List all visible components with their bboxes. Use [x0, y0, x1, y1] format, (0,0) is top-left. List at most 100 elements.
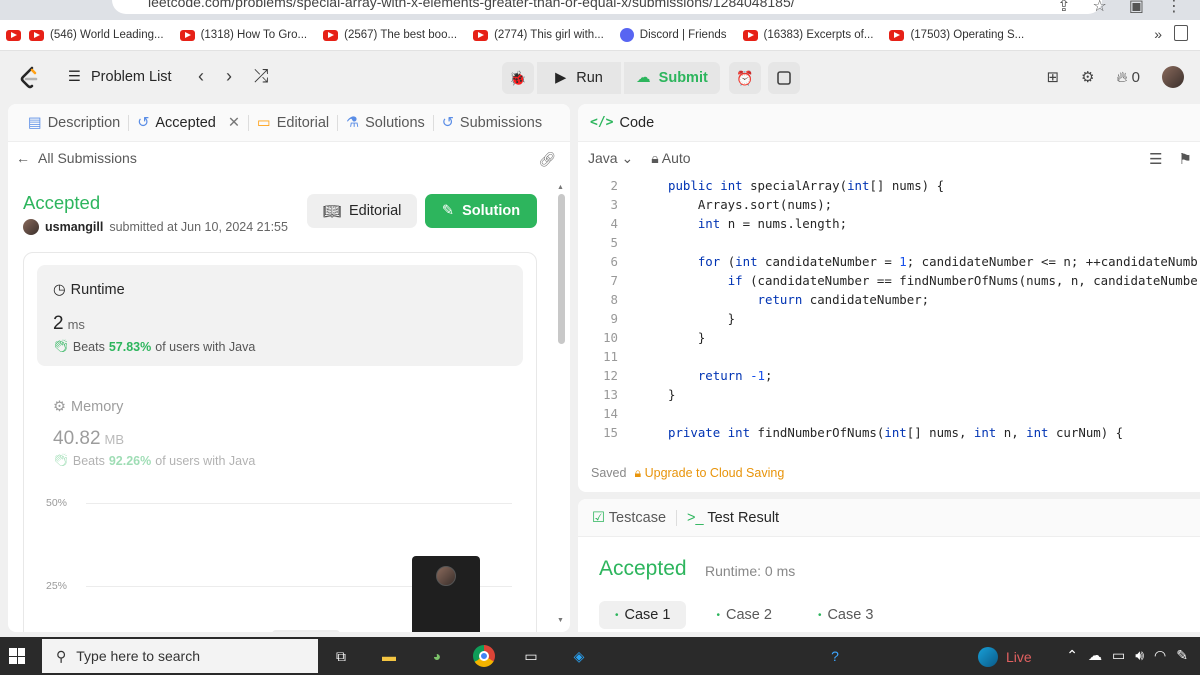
upgrade-cloud-link[interactable]: 🔒︎ Upgrade to Cloud Saving [634, 466, 784, 481]
checkbox-icon: ☑ [592, 509, 605, 526]
line-number: 8 [610, 292, 618, 307]
all-submissions-link[interactable]: ← All Submissions [16, 150, 137, 166]
solution-button[interactable]: ✎ Solution [425, 194, 537, 228]
code-line[interactable]: 15 private int findNumberOfNums(int[] num… [578, 423, 1200, 442]
tab-solutions[interactable]: ⚗ Solutions [338, 115, 433, 131]
line-content: } [668, 387, 676, 402]
bookmark-youtube-1[interactable] [6, 29, 21, 41]
close-tab-icon[interactable]: ✕ [228, 115, 240, 131]
bookmark-item[interactable]: (2567) The best boo... [323, 29, 457, 41]
case-tab-1[interactable]: • Case 1 [599, 601, 687, 629]
bookmark-item[interactable]: (1318) How To Gro... [179, 29, 307, 41]
user-avatar[interactable] [23, 219, 39, 235]
format-code-icon[interactable]: ☰ [1149, 150, 1162, 168]
code-line[interactable]: 3 Arrays.sort(nums); [578, 195, 1200, 214]
user-avatar[interactable] [1162, 66, 1184, 88]
scroll-up-icon[interactable]: ▲ [557, 184, 564, 191]
browser-menu-icon[interactable]: ⋮ [1166, 0, 1182, 16]
help-icon[interactable]: ? [822, 643, 848, 669]
bookmark-item[interactable]: (17503) Operating S... [889, 29, 1024, 41]
weather-widget[interactable]: Live [978, 647, 1032, 667]
submission-panel: ▤ Description ↺ Accepted ✕ ▭ Editorial ⚗ Solu… [8, 104, 570, 632]
tab-description[interactable]: ▤ Description [20, 115, 128, 131]
line-number: 14 [603, 406, 618, 421]
layout-grid-icon[interactable]: ⊞ [1046, 68, 1059, 86]
scrollbar-thumb[interactable] [558, 194, 565, 344]
volume-icon[interactable]: 🔊︎ [1135, 647, 1144, 664]
bookmark-item[interactable]: Discord | Friends [619, 28, 727, 42]
code-line[interactable]: 13} [578, 385, 1200, 404]
shuffle-icon[interactable]: ⤮ [254, 66, 268, 87]
runtime-box[interactable]: ◷ Runtime 2 ms 👏︎ Beats 57.83% of users wi… [37, 265, 523, 366]
code-line[interactable]: 2 public int specialArray(int[] nums) { [578, 176, 1200, 195]
taskbar-search[interactable]: ⚲ Type here to search [42, 639, 318, 673]
chrome-icon[interactable] [471, 643, 497, 669]
file-explorer-icon[interactable]: ▬ [376, 643, 402, 669]
extensions-icon[interactable]: ▣ [1129, 0, 1144, 16]
line-content: int n = nums.length; [697, 216, 848, 231]
pen-icon[interactable]: ✎ [1176, 647, 1188, 664]
wifi-icon[interactable]: ◠ [1154, 647, 1166, 664]
debug-button[interactable]: 🐞 [502, 62, 534, 94]
chrome-logo-icon [473, 645, 495, 667]
bookmark-star-icon[interactable]: ☆ [1093, 0, 1107, 16]
scroll-down-icon[interactable]: ▼ [557, 617, 564, 624]
chevron-up-icon[interactable]: ⌃ [1066, 647, 1078, 664]
left-scrollbar[interactable]: ▲ ▼ [557, 184, 566, 624]
vscode-icon[interactable]: ◈ [566, 643, 592, 669]
code-line[interactable]: 8 return candidateNumber; [578, 290, 1200, 309]
share-icon[interactable]: ⇪ [1057, 0, 1070, 16]
all-bookmarks-icon[interactable] [1174, 25, 1188, 41]
tab-testcase[interactable]: ☑ Testcase [592, 510, 666, 526]
run-button[interactable]: ▶ Run [537, 62, 621, 94]
y-tick-label: 25% [46, 580, 68, 592]
code-line[interactable]: 6 for (int candidateNumber = 1; candidat… [578, 252, 1200, 271]
bookmark-item[interactable]: (16383) Excerpts of... [742, 29, 873, 41]
code-line[interactable]: 7 if (candidateNumber == findNumberOfNum… [578, 271, 1200, 290]
streak-counter[interactable]: 🔥︎ 0 [1116, 69, 1140, 86]
tab-submissions[interactable]: ↺ Submissions [434, 115, 550, 131]
tab-editorial[interactable]: ▭ Editorial [249, 115, 337, 131]
battery-icon[interactable]: ▭ [1112, 647, 1125, 664]
bookmark-item[interactable]: (546) World Leading... [29, 29, 164, 41]
bookmarks-overflow-button[interactable]: » [1154, 26, 1162, 42]
prev-problem-icon[interactable]: ‹ [198, 66, 204, 87]
code-line[interactable]: 10 } [578, 328, 1200, 347]
problem-list-button[interactable]: ☰ Problem List [68, 69, 172, 85]
case-tabs: • Case 1 • Case 2 • Case 3 [599, 601, 889, 629]
settings-gear-icon[interactable]: ⚙ [1081, 68, 1094, 86]
submit-button[interactable]: ☁ Submit [624, 62, 720, 94]
code-line[interactable]: 12 return -1; [578, 366, 1200, 385]
code-line[interactable]: 5 [578, 233, 1200, 252]
windows-start-icon[interactable] [9, 648, 25, 664]
language-select[interactable]: Java ⌄ [588, 150, 633, 167]
code-line[interactable]: 14 [578, 404, 1200, 423]
bookmark-icon[interactable]: ⚑ [1179, 150, 1192, 168]
code-editor[interactable]: 2 public int specialArray(int[] nums) {3 … [578, 176, 1200, 442]
notes-button[interactable] [768, 62, 800, 94]
bookmark-item[interactable]: (2774) This girl with... [473, 29, 604, 41]
distribution-bar[interactable] [272, 629, 340, 632]
editorial-button[interactable]: 📖︎ Editorial [307, 194, 417, 228]
code-line[interactable]: 11 [578, 347, 1200, 366]
share-link-icon[interactable]: 🔗︎ [538, 151, 556, 168]
runtime-distribution-chart: 50% 25% [24, 483, 538, 632]
onedrive-icon[interactable]: ☁ [1088, 647, 1102, 664]
case-tab-2[interactable]: • Case 2 [700, 601, 787, 629]
timer-button[interactable]: ⏰ [729, 62, 761, 94]
tab-test-result[interactable]: >_ Test Result [687, 510, 779, 526]
auto-mode-toggle[interactable]: 🔒︎ Auto [651, 150, 690, 167]
code-line[interactable]: 9 } [578, 309, 1200, 328]
next-problem-icon[interactable]: › [226, 66, 232, 87]
address-bar[interactable]: leetcode.com/problems/special-array-with… [112, 0, 1102, 14]
code-line[interactable]: 4 int n = nums.length; [578, 214, 1200, 233]
app-icon[interactable]: ◕ [424, 643, 450, 669]
case-tab-3[interactable]: • Case 3 [802, 601, 889, 629]
submitted-time: submitted at Jun 10, 2024 21:55 [109, 220, 288, 234]
leetcode-logo-icon[interactable] [18, 66, 40, 90]
task-view-icon[interactable]: ⧉ [328, 643, 354, 669]
distribution-bar-current[interactable] [412, 556, 480, 632]
tab-accepted[interactable]: ↺ Accepted ✕ [129, 115, 248, 131]
username-link[interactable]: usmangill [45, 220, 103, 234]
terminal-icon[interactable]: ▭ [518, 643, 544, 669]
